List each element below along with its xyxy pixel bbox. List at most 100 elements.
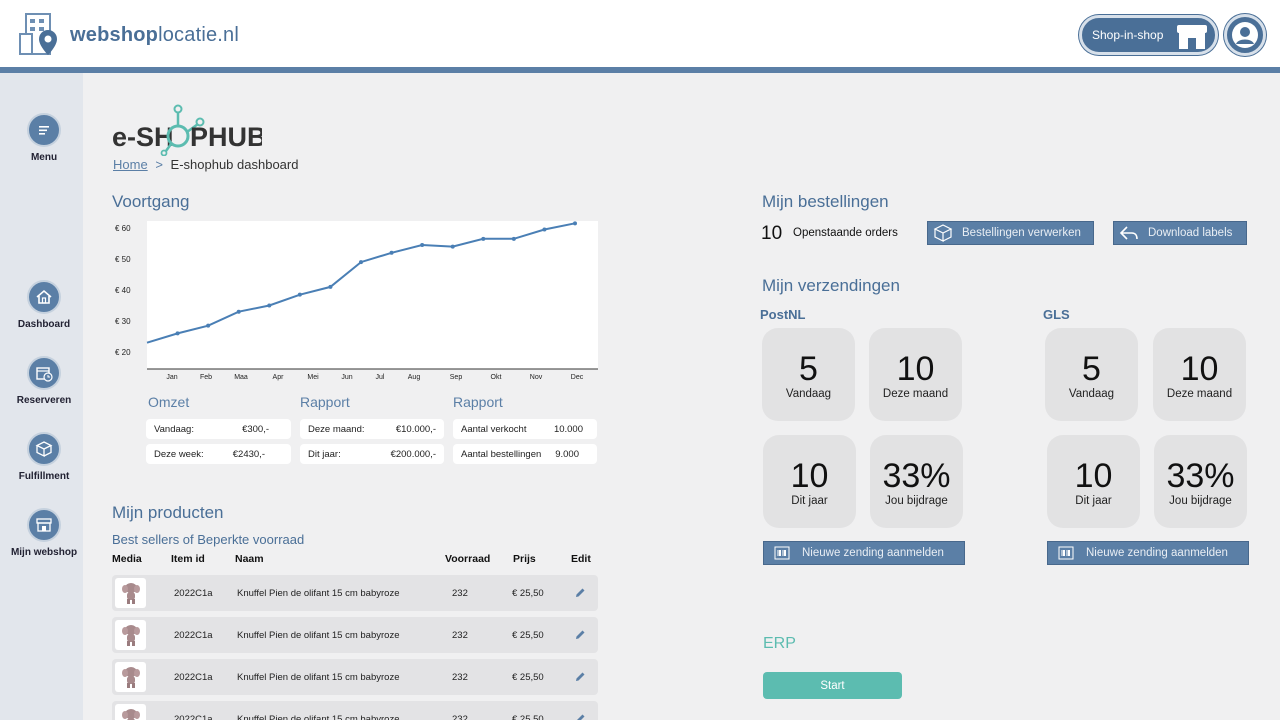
gls-new-shipment-label: Nieuwe zending aanmelden (1086, 547, 1228, 559)
stat-value: 10 (896, 350, 935, 388)
erp-title: ERP (763, 635, 796, 652)
elephant-plush-image (121, 709, 140, 720)
price-cell: € 25,50 (512, 671, 544, 683)
product-name-cell: Knuffel Pien de olifant 15 cm babyroze (237, 629, 400, 641)
gls-stat-tile: 10 Dit jaar (1047, 435, 1140, 528)
x-tick-label: Aug (408, 374, 421, 381)
edit-pencil-icon[interactable] (574, 659, 586, 695)
postnl-stat-tile: 5 Vandaag (762, 328, 855, 421)
carrier-gls: GLS (1043, 307, 1070, 322)
x-tick-label: Sep (450, 374, 463, 381)
sidebar-item-label: Reserveren (16, 395, 72, 406)
stat-value: 5 (1082, 350, 1101, 388)
edit-pencil-icon[interactable] (574, 575, 586, 611)
postnl-stat-tile: 10 Deze maand (869, 328, 962, 421)
x-tick-label: Jan (166, 374, 177, 381)
sidebar: Menu Dashboard Reserveren Fulfillment Mi… (0, 73, 83, 720)
col-header-stock: Voorraad (445, 553, 491, 565)
col-header-item-id: Item id (171, 553, 205, 565)
table-row[interactable]: 2022C1a Knuffel Pien de olifant 15 cm bab… (112, 659, 598, 695)
x-tick-label: Apr (273, 374, 285, 381)
sidebar-item-label: Fulfillment (18, 471, 70, 482)
stat-value: 10 (790, 457, 829, 495)
omzet-title: Omzet (148, 394, 190, 410)
shop-in-shop-button[interactable]: Shop-in-shop (1079, 15, 1218, 55)
postnl-new-shipment-button[interactable]: Nieuwe zending aanmelden (763, 541, 965, 565)
chart-plot-area (147, 221, 598, 369)
chart-data-point (175, 331, 180, 336)
report-orders: Aantal bestellingen 9.000 (453, 444, 597, 464)
brand-part1: e-SH (112, 122, 174, 152)
barcode-icon (1058, 546, 1074, 560)
building-pin-icon (19, 13, 57, 55)
sidebar-item-fulfillment[interactable]: Fulfillment (0, 432, 88, 482)
table-row[interactable]: 2022C1a Knuffel Pien de olifant 15 cm bab… (112, 701, 598, 720)
orders-title: Mijn bestellingen (762, 192, 889, 211)
chart-data-point (267, 303, 272, 308)
sidebar-item-label: Mijn webshop (10, 547, 78, 558)
report-month: Deze maand: €10.000,- (300, 419, 444, 439)
stock-cell: 232 (452, 587, 468, 599)
table-row[interactable]: 2022C1a Knuffel Pien de olifant 15 cm bab… (112, 575, 598, 611)
stat-label: Dit jaar (1075, 495, 1112, 507)
x-tick-label: Jun (341, 374, 352, 381)
chart-data-point (481, 236, 486, 241)
price-cell: € 25,50 (512, 587, 544, 599)
edit-pencil-icon[interactable] (574, 617, 586, 653)
item-id-cell: 2022C1a (174, 587, 213, 599)
sidebar-item-reserveren[interactable]: Reserveren (0, 356, 88, 406)
col-header-edit: Edit (571, 553, 591, 565)
postnl-new-shipment-label: Nieuwe zending aanmelden (802, 547, 944, 559)
postnl-stat-tile: 10 Dit jaar (763, 435, 856, 528)
sidebar-item-dashboard[interactable]: Dashboard (0, 280, 88, 330)
stock-cell: 232 (452, 713, 468, 720)
x-tick-label: Dec (571, 374, 584, 381)
gls-stat-tile: 33% Jou bijdrage (1154, 435, 1247, 528)
open-orders-count: 10 (761, 223, 783, 244)
breadcrumb-home-link[interactable]: Home (113, 157, 148, 172)
price-cell: € 25,50 (512, 629, 544, 641)
product-thumbnail[interactable] (115, 704, 146, 720)
download-labels-button[interactable]: Download labels (1113, 221, 1247, 245)
progress-title: Voortgang (112, 192, 190, 211)
e-shophub-logo: e-SH PHUB (112, 104, 267, 161)
product-thumbnail[interactable] (115, 620, 146, 650)
sidebar-item-label: Dashboard (17, 319, 71, 330)
x-tick-label: Nov (530, 374, 543, 381)
user-avatar[interactable] (1224, 14, 1266, 56)
y-tick-label: € 40 (115, 286, 131, 295)
stat-label: Deze maand (882, 388, 949, 400)
progress-chart-svg: € 20 € 30 € 40 € 50 € 60 Jan Feb Maa Apr Mei Jun J… (115, 221, 598, 381)
stat-value: 10 (1074, 457, 1113, 495)
process-orders-button[interactable]: Bestellingen verwerken (927, 221, 1094, 245)
gls-new-shipment-button[interactable]: Nieuwe zending aanmelden (1047, 541, 1249, 565)
webshoplocatie-logo[interactable]: webshoplocatie.nl (18, 12, 239, 58)
sidebar-item-mijn-webshop[interactable]: Mijn webshop (0, 508, 88, 558)
postnl-stat-tile: 33% Jou bijdrage (870, 435, 963, 528)
y-tick-label: € 20 (115, 348, 131, 357)
top-bar: webshoplocatie.nl Shop-in-shop (0, 0, 1280, 67)
col-header-name: Naam (235, 553, 264, 565)
product-thumbnail[interactable] (115, 662, 146, 692)
chart-data-point (328, 284, 333, 289)
report-year: Dit jaar: €200.000,- (300, 444, 444, 464)
item-id-cell: 2022C1a (174, 713, 213, 720)
chart-data-point (420, 243, 425, 248)
sidebar-item-menu[interactable]: Menu (0, 113, 88, 163)
chart-data-point (206, 323, 211, 328)
table-row[interactable]: 2022C1a Knuffel Pien de olifant 15 cm bab… (112, 617, 598, 653)
y-tick-label: € 30 (115, 317, 131, 326)
products-subtitle: Best sellers of Beperkte voorraad (112, 532, 305, 547)
menu-icon (27, 113, 61, 147)
stock-cell: 232 (452, 671, 468, 683)
product-name-cell: Knuffel Pien de olifant 15 cm babyroze (237, 587, 400, 599)
edit-pencil-icon[interactable] (574, 701, 586, 720)
erp-start-button[interactable]: Start (763, 672, 902, 699)
product-thumbnail[interactable] (115, 578, 146, 608)
elephant-plush-image (121, 667, 140, 688)
omzet-today: Vandaag: €300,- (146, 419, 291, 439)
omzet-week: Deze week: €2430,- (146, 444, 291, 464)
chart-data-point (450, 244, 455, 249)
gls-stat-tile: 5 Vandaag (1045, 328, 1138, 421)
shipments-title: Mijn verzendingen (762, 276, 900, 295)
